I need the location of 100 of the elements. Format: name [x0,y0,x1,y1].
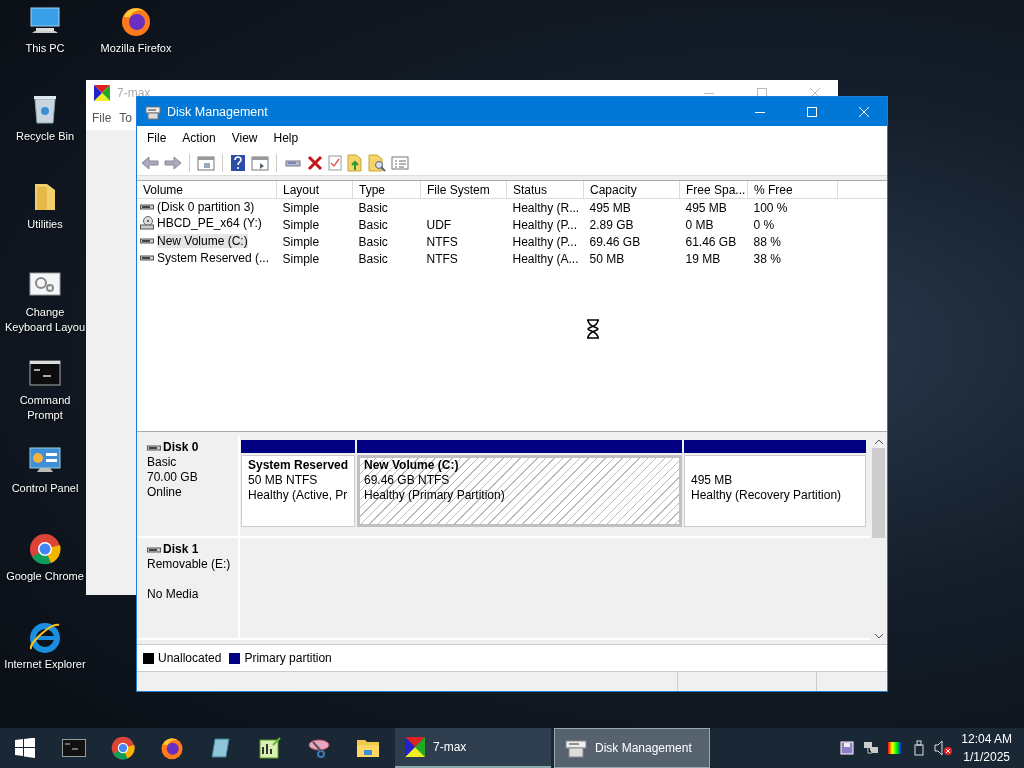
drive-icon [140,236,154,246]
forward-arrow-icon[interactable] [164,154,182,171]
column-header[interactable]: Type [352,181,421,199]
folder-up-icon[interactable] [347,153,363,172]
folder-icon[interactable] [355,738,380,758]
disk-type: Removable (E:) [147,557,231,571]
table-cell: 0 % [753,217,775,232]
partition-block[interactable]: System Reserved 50 MB NTFS Healthy (Active, Pr [241,455,355,527]
table-cell: 19 MB [685,251,721,266]
column-header[interactable]: Volume [137,181,277,199]
menu-item[interactable]: Help [265,131,307,145]
desktop-icon-label[interactable]: Utilities [27,217,63,232]
partition-title: New Volume (C:) [364,458,459,472]
windows-logo-icon[interactable] [14,738,35,758]
table-cell: Basic [358,234,388,249]
table-cell: 61.46 GB [685,234,737,249]
table-cell: 495 MB [685,200,727,215]
table-cell: 88 % [753,234,781,249]
window-pane-icon[interactable] [197,154,215,171]
column-header[interactable]: Layout [276,181,353,199]
round-browser-icon[interactable] [29,533,61,565]
partition-status: Healthy (Recovery Partition) [691,488,842,502]
disk-type: Basic [147,455,177,469]
desktop-icon-label[interactable]: Control Panel [11,481,79,496]
menu-item[interactable]: Action [174,131,224,145]
desktop-icon-label[interactable]: Command Prompt [4,393,86,423]
partition-title: System Reserved [248,458,349,472]
back-arrow-icon[interactable] [141,154,159,171]
fox-browser-icon[interactable] [159,736,184,760]
disk-size: 70.00 GB [147,470,198,484]
folder-icon[interactable] [32,181,58,213]
clock[interactable]: 12:04 AM 1/1/2025 [955,730,1024,766]
taskbar-window-button[interactable]: Disk Management [554,728,710,768]
table-cell: 100 % [753,200,788,215]
desktop-icon-label[interactable]: Internet Explorer [4,657,86,672]
table-cell: NTFS [426,251,458,266]
legend-label: Primary partition [244,651,332,665]
monitor-icon[interactable] [28,6,62,36]
window-pane-icon[interactable] [251,154,269,171]
colored-square-icon [405,737,425,757]
drive-icon [147,442,161,453]
table-cell: Basic [358,217,388,232]
desktop-icon-label[interactable]: Recycle Bin [15,129,75,144]
help-icon[interactable] [230,153,246,172]
column-header[interactable]: Capacity [583,181,680,199]
table-cell: NTFS [426,234,458,249]
chart-icon[interactable] [258,737,281,759]
terminal-icon[interactable] [29,360,61,386]
partition-size: 50 MB NTFS [248,473,318,487]
column-header[interactable]: % Free [747,181,838,199]
delete-icon[interactable] [307,154,323,171]
partition-size: 495 MB [691,473,733,487]
column-header[interactable]: Status [506,181,584,199]
terminal-icon[interactable] [61,739,86,757]
partition-block[interactable]: 495 MB Healthy (Recovery Partition) [684,455,866,527]
table-cell: Healthy (A... [512,251,579,266]
column-header[interactable]: Free Spa... [679,181,748,199]
table-cell[interactable]: (Disk 0 partition 3) [157,200,255,214]
column-header[interactable]: File System [420,181,507,199]
round-browser-icon[interactable] [110,736,135,760]
folder-search-icon[interactable] [368,153,386,172]
disk-drive-icon [145,103,161,120]
table-cell: 69.46 GB [589,234,641,249]
trash-bin-icon[interactable] [31,93,59,125]
desktop-icon-label[interactable]: This PC [25,41,65,56]
taskbar-window-button[interactable]: 7-max [395,728,551,768]
table-cell: 50 MB [589,251,625,266]
table-cell: UDF [426,217,452,232]
menu-item[interactable]: File [139,131,175,145]
partition-block[interactable]: New Volume (C:) 69.46 GB NTFS Healthy (Primary Partition) [357,455,682,527]
notepad-icon[interactable] [209,737,232,759]
disk-status: Online [147,485,182,499]
table-cell: Simple [282,200,320,215]
drive-icon [140,253,154,263]
clock-time: 12:04 AM [961,731,1012,748]
window-title: Disk Management [167,104,269,119]
checklist-icon[interactable] [328,154,342,171]
menu-item[interactable]: File [92,111,112,125]
desktop-icon-label[interactable]: Google Chrome [6,569,84,584]
desktop-icon-label[interactable]: Mozilla Firefox [100,41,172,56]
gear-window-icon[interactable] [29,271,61,299]
scissors-icon[interactable] [306,737,331,759]
menu-item[interactable]: View [223,131,266,145]
table-cell: 495 MB [589,200,631,215]
letter-e-browser-icon[interactable] [28,621,62,653]
fox-browser-icon[interactable] [120,5,152,37]
desktop-icon-label[interactable]: Change Keyboard Layou [4,305,86,335]
table-cell: Simple [282,217,320,232]
table-cell[interactable]: New Volume (C:) [157,234,248,248]
table-cell: 38 % [753,251,781,266]
table-cell: Simple [282,234,320,249]
table-cell[interactable]: System Reserved (... [157,251,270,265]
table-cell[interactable]: HBCD_PE_x64 (Y:) [157,216,262,230]
table-cell: Healthy (P... [512,217,577,232]
disk-label-panel[interactable]: Disk 1 Removable (E:) No Media [137,538,240,638]
menu-item[interactable]: To [119,111,133,125]
partition-status: Healthy (Active, Pr [248,488,348,502]
partition-status: Healthy (Primary Partition) [364,488,505,502]
disk-name: Disk 1 [163,542,199,557]
table-cell: 2.89 GB [589,217,634,232]
